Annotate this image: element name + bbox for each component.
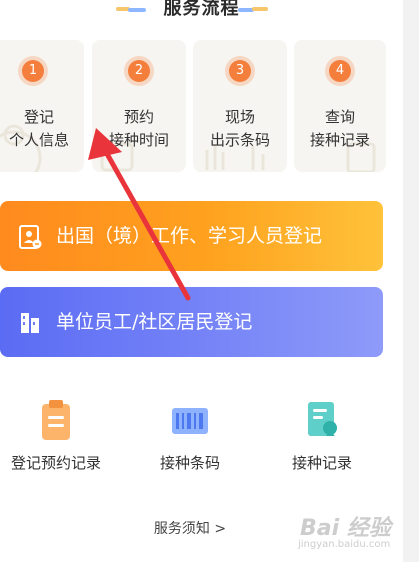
unit-community-registration-label: 单位员工/社区居民登记 — [56, 311, 253, 333]
vaccination-records-button[interactable]: 接种记录 — [252, 390, 392, 480]
section-title: 服务流程 — [0, 0, 403, 24]
step-title: 查询 — [324, 108, 355, 126]
id-card-icon — [19, 225, 42, 249]
watermark-subtext: jingyan.baidu.com — [298, 539, 391, 550]
step-register-info: 1 登记 个人信息 — [0, 40, 84, 172]
step-query-records: 4 查询 接种记录 — [294, 40, 386, 172]
step-show-barcode: 3 现场 出示条码 — [193, 40, 287, 172]
step-subtitle: 接种记录 — [309, 131, 370, 149]
step-number-badge: 3 — [229, 60, 251, 82]
title-decoration-left — [116, 5, 146, 13]
building-icon — [21, 313, 39, 333]
step-number-badge: 4 — [329, 60, 351, 82]
step-subtitle: 接种时间 — [108, 131, 169, 149]
step-book-time: 2 预约 接种时间 — [92, 40, 186, 172]
vaccination-barcode-button[interactable]: 接种条码 — [120, 390, 260, 480]
abroad-registration-label: 出国（境）工作、学习人员登记 — [56, 225, 323, 247]
watermark: Bai 经验 jingyan.baidu.com — [298, 504, 398, 554]
step-number-badge: 1 — [22, 60, 44, 82]
step-title: 现场 — [224, 108, 255, 126]
clipboard-icon — [42, 400, 70, 440]
abroad-registration-button[interactable]: 出国（境）工作、学习人员登记 — [0, 201, 383, 271]
watermark-text: Bai 经验 — [300, 516, 391, 541]
step-title: 登记 — [23, 108, 54, 126]
step-subtitle: 出示条码 — [209, 131, 270, 149]
service-steps: 1 登记 个人信息 2 预约 接种时间 3 现场 出示条码 4 查询 接种记录 — [0, 40, 403, 172]
step-number-badge: 2 — [128, 60, 150, 82]
quick-action-label: 接种条码 — [159, 454, 220, 472]
step-title: 预约 — [123, 108, 154, 126]
unit-community-registration-button[interactable]: 单位员工/社区居民登记 — [0, 287, 383, 357]
barcode-icon — [172, 408, 208, 434]
registration-booking-records-button[interactable]: 登记预约记录 — [0, 390, 126, 480]
right-edge-strip — [403, 0, 419, 562]
title-decoration-right — [238, 5, 268, 13]
step-subtitle: 个人信息 — [8, 131, 69, 149]
quick-action-label: 接种记录 — [291, 454, 352, 472]
quick-action-label: 登记预约记录 — [10, 454, 101, 472]
record-document-icon — [308, 402, 337, 436]
section-title-text: 服务流程 — [163, 0, 240, 19]
